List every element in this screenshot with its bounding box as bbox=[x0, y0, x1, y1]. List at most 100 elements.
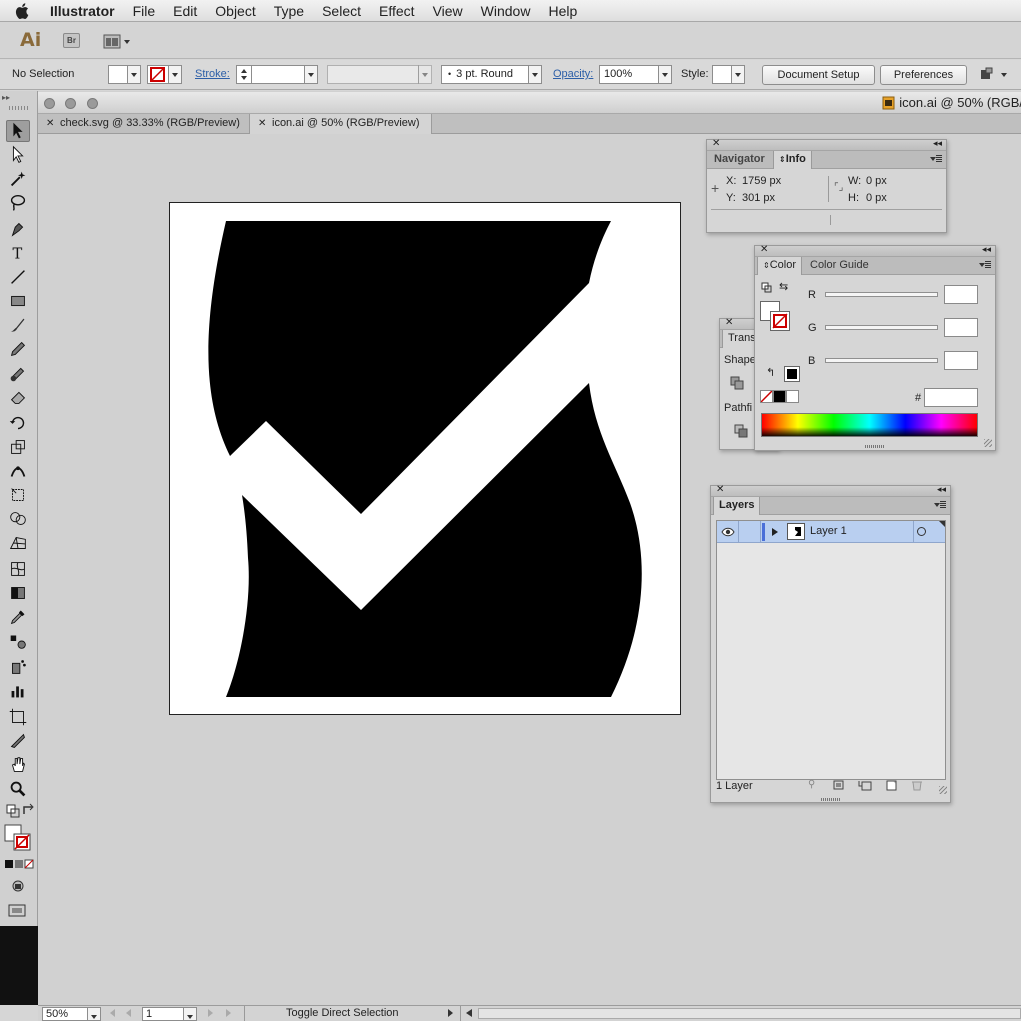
pencil-tool-icon[interactable] bbox=[6, 338, 30, 360]
zoom-tool-icon[interactable] bbox=[6, 778, 30, 800]
close-panel-icon[interactable]: ✕ bbox=[712, 138, 720, 149]
stroke-dropdown[interactable] bbox=[168, 65, 182, 84]
column-graph-tool-icon[interactable] bbox=[6, 680, 30, 702]
free-transform-tool-icon[interactable] bbox=[6, 484, 30, 506]
layer-name[interactable]: Layer 1 bbox=[810, 525, 847, 537]
divide-shape-icon[interactable] bbox=[734, 424, 748, 438]
menu-effect[interactable]: Effect bbox=[370, 0, 424, 22]
menu-app-name[interactable]: Illustrator bbox=[44, 0, 124, 22]
menu-object[interactable]: Object bbox=[206, 0, 264, 22]
red-value-input[interactable] bbox=[944, 285, 978, 304]
panel-resize-grip[interactable] bbox=[821, 798, 841, 801]
collapse-panel-icon[interactable]: ◂◂ bbox=[933, 138, 942, 149]
layer-row[interactable]: Layer 1 bbox=[717, 521, 945, 543]
menu-edit[interactable]: Edit bbox=[164, 0, 206, 22]
close-tab-icon[interactable]: ✕ bbox=[46, 114, 54, 133]
expand-layer-icon[interactable] bbox=[772, 528, 778, 536]
style-dropdown[interactable] bbox=[731, 65, 745, 84]
mesh-tool-icon[interactable] bbox=[6, 558, 30, 580]
zoom-input[interactable]: 50% bbox=[42, 1007, 88, 1021]
slice-tool-icon[interactable] bbox=[6, 730, 30, 752]
color-spectrum[interactable] bbox=[761, 413, 978, 437]
next-artboard-icon[interactable] bbox=[208, 1009, 213, 1017]
previous-artboard-icon[interactable] bbox=[126, 1009, 131, 1017]
create-new-layer-icon[interactable] bbox=[886, 780, 898, 791]
perspective-grid-tool-icon[interactable] bbox=[6, 532, 30, 554]
status-text[interactable]: Toggle Direct Selection bbox=[286, 1007, 399, 1019]
tab-icon-ai[interactable]: ✕ icon.ai @ 50% (RGB/Preview) bbox=[250, 114, 432, 134]
close-tab-icon[interactable]: ✕ bbox=[258, 114, 266, 133]
status-menu-icon[interactable] bbox=[448, 1009, 453, 1017]
blend-tool-icon[interactable] bbox=[6, 630, 30, 652]
tab-color-guide[interactable]: Color Guide bbox=[805, 257, 874, 275]
first-artboard-icon[interactable] bbox=[110, 1009, 115, 1017]
last-artboard-icon[interactable] bbox=[226, 1009, 231, 1017]
collapse-panel-icon[interactable]: ◂◂ bbox=[937, 484, 946, 495]
eyedropper-tool-icon[interactable] bbox=[6, 606, 30, 628]
tab-info[interactable]: ⇕Info bbox=[773, 151, 812, 169]
panel-resize-grip[interactable] bbox=[865, 445, 885, 448]
web-safe-swatch-icon[interactable] bbox=[784, 366, 800, 382]
brush-dropdown[interactable] bbox=[528, 65, 542, 84]
swap-colors-icon[interactable]: ⇆ bbox=[779, 282, 791, 294]
direct-selection-tool-icon[interactable] bbox=[6, 144, 30, 166]
eye-visibility-icon[interactable] bbox=[721, 525, 735, 539]
green-slider[interactable] bbox=[825, 325, 938, 330]
scroll-left-icon[interactable] bbox=[466, 1009, 472, 1017]
black-swatch[interactable] bbox=[773, 390, 786, 403]
type-tool-icon[interactable]: T bbox=[6, 242, 30, 264]
stroke-swatch[interactable] bbox=[147, 65, 169, 84]
stroke-weight-input[interactable] bbox=[251, 65, 305, 84]
stroke-weight-dropdown[interactable] bbox=[304, 65, 318, 84]
artboard[interactable] bbox=[169, 202, 681, 715]
align-options-button[interactable] bbox=[978, 66, 1010, 83]
stroke-color-swatch[interactable] bbox=[770, 311, 790, 331]
out-of-gamut-icon[interactable]: ↰ bbox=[766, 368, 778, 380]
panel-menu-icon[interactable] bbox=[979, 261, 991, 270]
resize-corner-icon[interactable] bbox=[984, 439, 992, 447]
selection-tool-icon[interactable] bbox=[6, 120, 30, 142]
blue-slider[interactable] bbox=[825, 358, 938, 363]
unite-shape-icon[interactable] bbox=[730, 376, 744, 390]
zoom-window-button[interactable] bbox=[87, 98, 98, 109]
artboard-number-input[interactable]: 1 bbox=[142, 1007, 184, 1021]
tab-layers[interactable]: Layers bbox=[713, 497, 761, 515]
default-fill-stroke-icon[interactable] bbox=[4, 802, 20, 820]
make-clipping-mask-icon[interactable] bbox=[833, 780, 845, 791]
opacity-label-link[interactable]: Opacity: bbox=[553, 68, 593, 80]
panel-menu-icon[interactable] bbox=[930, 155, 942, 164]
arrange-documents-button[interactable] bbox=[103, 34, 131, 49]
fill-dropdown[interactable] bbox=[127, 65, 141, 84]
artboard-tool-icon[interactable] bbox=[6, 706, 30, 728]
stroke-weight-stepper[interactable] bbox=[236, 65, 252, 84]
tab-navigator[interactable]: Navigator bbox=[709, 151, 770, 169]
collapse-toolbox-icon[interactable]: ▸▸ bbox=[2, 93, 32, 102]
apple-menu-icon[interactable] bbox=[0, 0, 44, 22]
white-swatch[interactable] bbox=[786, 390, 799, 403]
symbol-sprayer-tool-icon[interactable] bbox=[6, 656, 30, 678]
shape-builder-tool-icon[interactable] bbox=[6, 508, 30, 530]
target-circle-icon[interactable] bbox=[917, 527, 926, 536]
style-swatch[interactable] bbox=[712, 65, 732, 84]
lasso-tool-icon[interactable] bbox=[6, 192, 30, 214]
horizontal-scrollbar[interactable] bbox=[478, 1008, 1021, 1019]
rotate-tool-icon[interactable] bbox=[6, 412, 30, 434]
hex-input[interactable] bbox=[924, 388, 978, 407]
locate-object-icon[interactable]: ⚲ bbox=[808, 779, 820, 791]
bridge-button[interactable]: Br bbox=[63, 33, 80, 48]
pen-tool-icon[interactable] bbox=[6, 218, 30, 240]
width-tool-icon[interactable] bbox=[6, 460, 30, 482]
drawing-mode-icon[interactable] bbox=[6, 876, 30, 894]
menu-select[interactable]: Select bbox=[313, 0, 370, 22]
document-setup-button[interactable]: Document Setup bbox=[762, 65, 875, 85]
color-gradient-none-icon[interactable] bbox=[4, 857, 34, 875]
panel-menu-icon[interactable] bbox=[934, 501, 946, 510]
close-panel-icon[interactable]: ✕ bbox=[716, 484, 724, 495]
variable-width-dropdown[interactable] bbox=[418, 65, 432, 84]
tab-check-svg[interactable]: ✕ check.svg @ 33.33% (RGB/Preview) bbox=[38, 114, 250, 134]
scale-tool-icon[interactable] bbox=[6, 436, 30, 458]
zoom-dropdown[interactable] bbox=[87, 1007, 101, 1021]
stroke-label-link[interactable]: Stroke: bbox=[195, 68, 230, 80]
close-panel-icon[interactable]: ✕ bbox=[725, 317, 733, 328]
paintbrush-tool-icon[interactable] bbox=[6, 314, 30, 336]
